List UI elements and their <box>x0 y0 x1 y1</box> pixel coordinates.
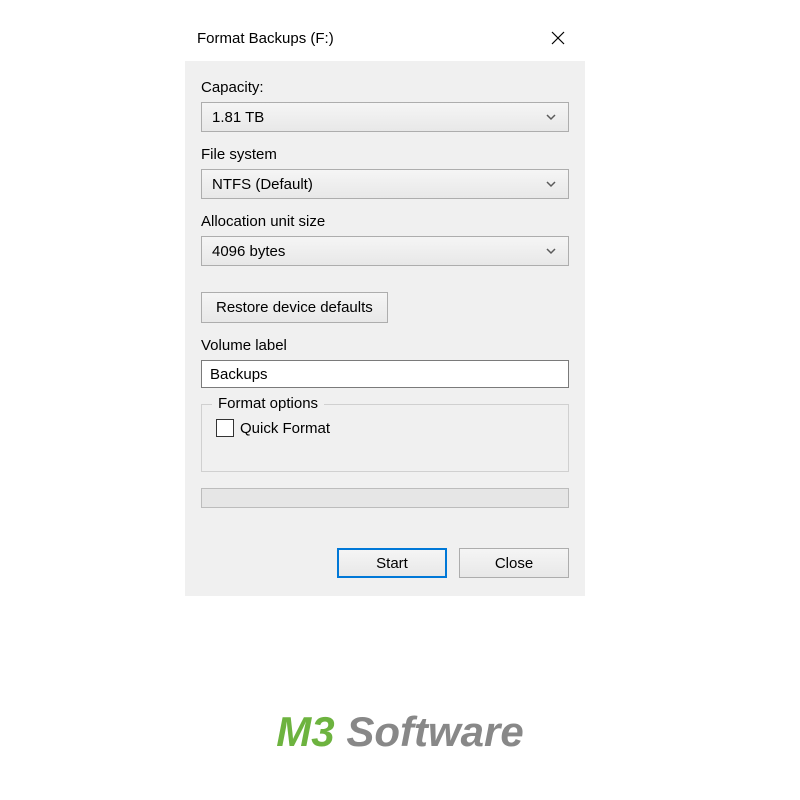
chevron-down-icon <box>544 244 558 258</box>
quick-format-row: Quick Format <box>216 419 554 437</box>
filesystem-group: File system NTFS (Default) <box>201 146 569 199</box>
format-dialog: Format Backups (F:) Capacity: 1.81 TB Fi… <box>185 15 585 596</box>
watermark-prefix: M3 <box>276 708 334 755</box>
volume-label-input[interactable] <box>201 360 569 388</box>
chevron-down-icon <box>544 177 558 191</box>
capacity-value: 1.81 TB <box>212 109 264 126</box>
allocation-dropdown[interactable]: 4096 bytes <box>201 236 569 266</box>
filesystem-value: NTFS (Default) <box>212 176 313 193</box>
capacity-group: Capacity: 1.81 TB <box>201 79 569 132</box>
capacity-label: Capacity: <box>201 79 569 96</box>
watermark-suffix: Software <box>335 708 524 755</box>
title-bar: Format Backups (F:) <box>185 15 585 61</box>
volume-label-label: Volume label <box>201 337 569 354</box>
dialog-body: Capacity: 1.81 TB File system NTFS (Defa… <box>185 61 585 596</box>
close-button[interactable] <box>543 23 573 53</box>
restore-defaults-button[interactable]: Restore device defaults <box>201 292 388 323</box>
allocation-label: Allocation unit size <box>201 213 569 230</box>
quick-format-label: Quick Format <box>240 420 330 437</box>
quick-format-checkbox[interactable] <box>216 419 234 437</box>
volume-label-group: Volume label <box>201 337 569 388</box>
filesystem-dropdown[interactable]: NTFS (Default) <box>201 169 569 199</box>
action-row: Start Close <box>201 548 569 578</box>
allocation-value: 4096 bytes <box>212 243 285 260</box>
capacity-dropdown[interactable]: 1.81 TB <box>201 102 569 132</box>
dialog-title: Format Backups (F:) <box>197 30 334 47</box>
chevron-down-icon <box>544 110 558 124</box>
format-options-fieldset: Format options Quick Format <box>201 404 569 472</box>
close-action-button[interactable]: Close <box>459 548 569 578</box>
progress-bar <box>201 488 569 508</box>
filesystem-label: File system <box>201 146 569 163</box>
format-options-legend: Format options <box>212 395 324 412</box>
start-button[interactable]: Start <box>337 548 447 578</box>
watermark: M3 Software <box>276 708 523 756</box>
close-icon <box>551 31 565 45</box>
allocation-group: Allocation unit size 4096 bytes <box>201 213 569 266</box>
